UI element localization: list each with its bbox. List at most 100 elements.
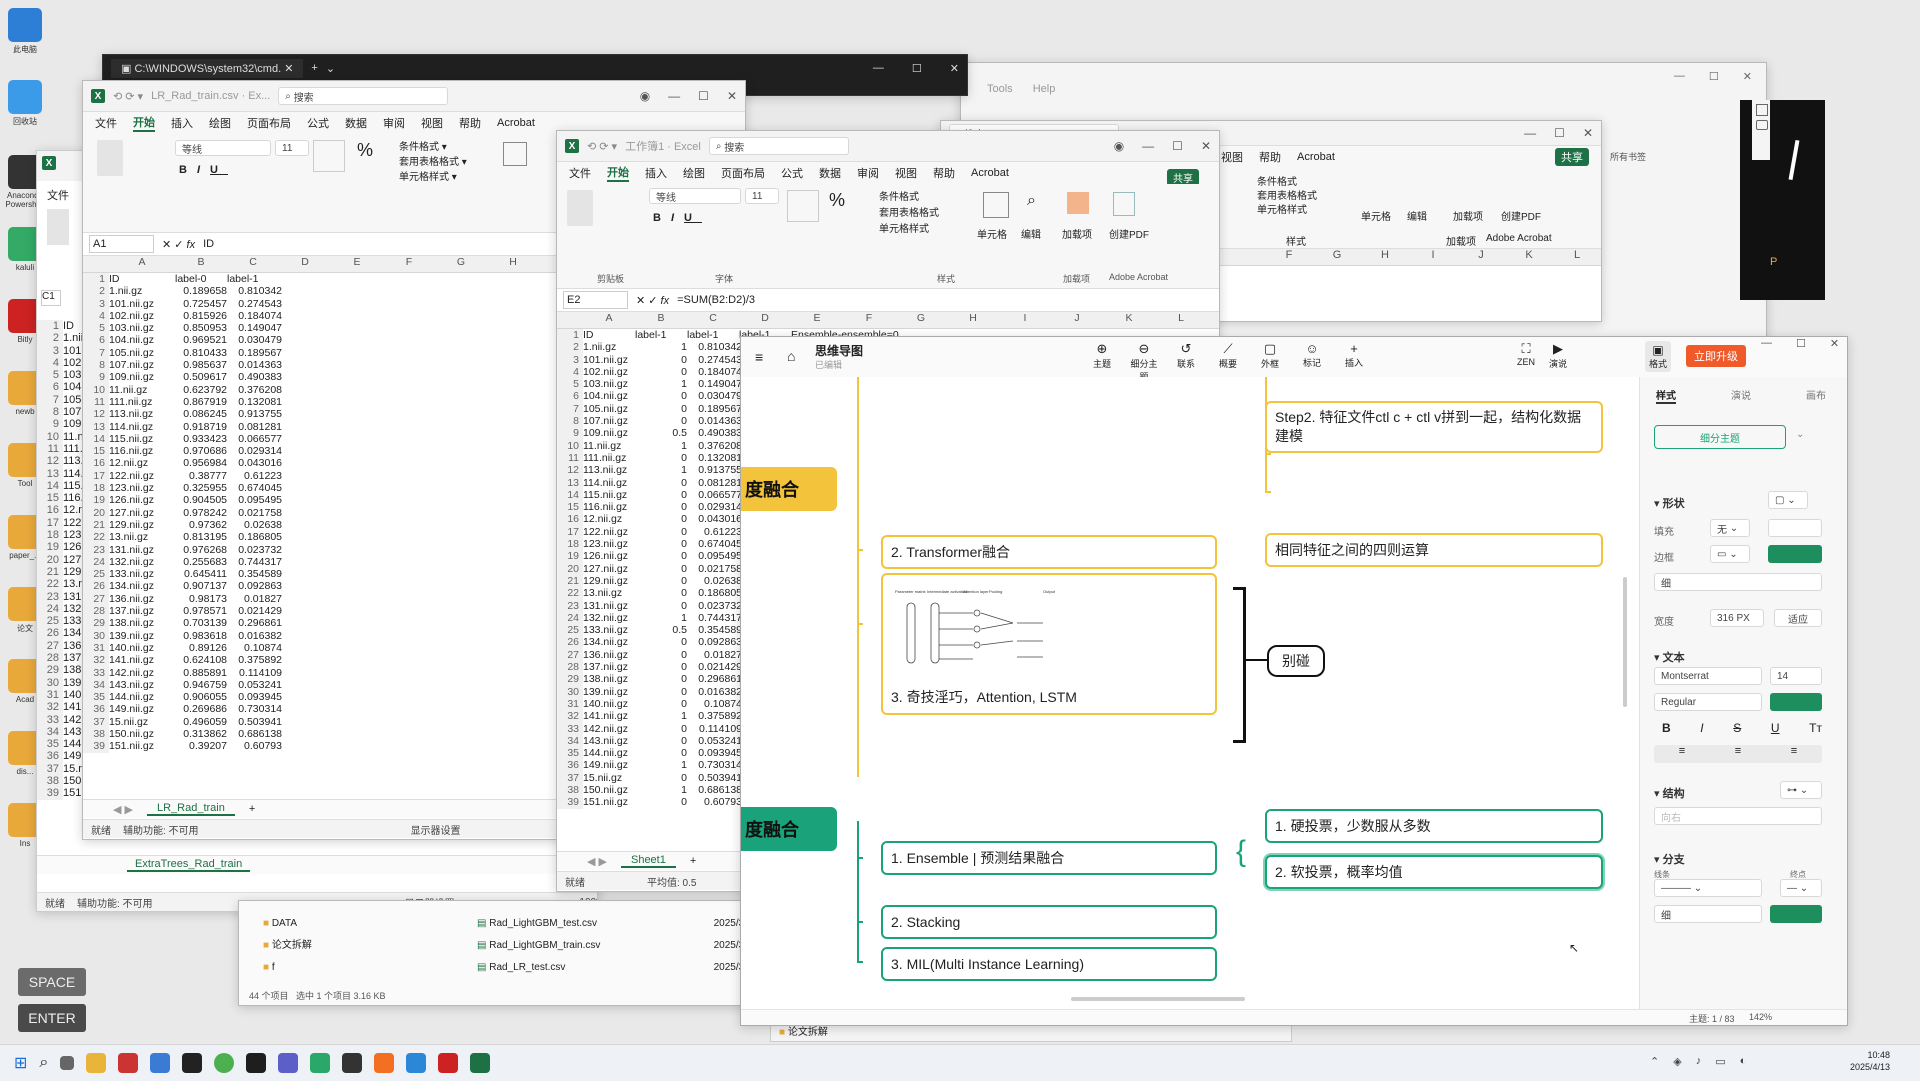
table-cell[interactable]: 126.nii.gz [583, 550, 635, 562]
column-header[interactable]: F [843, 312, 895, 328]
row-number[interactable]: 34 [37, 725, 63, 739]
table-cell[interactable]: 0.114109 [230, 667, 285, 679]
fill-color[interactable] [1768, 519, 1822, 537]
table-cell[interactable]: 0 [635, 772, 690, 784]
table-cell[interactable]: 0.906055 [175, 691, 230, 703]
table-cell[interactable]: 144.nii.gz [583, 747, 635, 759]
table-cell[interactable]: 0.043016 [230, 457, 285, 469]
add-sheet-icon[interactable]: + [690, 855, 696, 867]
table-cell[interactable]: 0 [635, 550, 690, 562]
table-cell[interactable]: 0 [635, 575, 690, 587]
table-cell[interactable]: 0 [635, 587, 690, 599]
table-cell[interactable]: 0.810433 [175, 347, 230, 359]
sheet-tab-extratrees[interactable]: ExtraTrees_Rad_train [127, 858, 251, 872]
table-cell[interactable]: 0.053241 [230, 679, 285, 691]
row-number[interactable]: 15 [557, 501, 583, 514]
horizontal-scrollbar[interactable] [1071, 997, 1245, 1001]
table-cell[interactable]: 0.023732 [690, 600, 745, 612]
row-number[interactable]: 1 [83, 273, 109, 286]
table-cell[interactable]: 0.325955 [175, 482, 230, 494]
table-cell[interactable]: 151.nii.gz [583, 796, 635, 808]
table-cell[interactable]: 0.021429 [230, 605, 285, 617]
column-header[interactable]: C [687, 312, 739, 328]
table-cell[interactable]: 139.nii.gz [583, 686, 635, 698]
table-cell[interactable]: 0.014363 [230, 359, 285, 371]
table-cell[interactable]: 0.02638 [230, 519, 285, 531]
table-cell[interactable]: 138.nii.gz [109, 617, 175, 629]
row-number[interactable]: 21 [557, 574, 583, 588]
table-cell[interactable]: 0.095495 [230, 494, 285, 506]
teams-icon[interactable] [278, 1053, 299, 1073]
table-cell[interactable]: 0.904505 [175, 494, 230, 506]
table-cell[interactable]: 1 [635, 378, 690, 390]
row-number[interactable]: 14 [557, 488, 583, 502]
column-header[interactable]: G [895, 312, 947, 328]
table-cell[interactable]: 0.946759 [175, 679, 230, 691]
width-fit-button[interactable]: 适应 [1774, 609, 1822, 627]
cells-icon[interactable] [983, 192, 1009, 218]
column-header[interactable]: J [1051, 312, 1103, 328]
network-icon[interactable]: ◈ [1673, 1055, 1681, 1068]
table-cell[interactable]: 0.189567 [230, 347, 285, 359]
mindmap-canvas[interactable]: { 度融合 度融合 Step2. 特征文件ctl c + ctl v拼到一起，结… [741, 377, 1639, 1009]
row-number[interactable]: 38 [557, 783, 583, 797]
app-icon-red[interactable] [118, 1053, 139, 1073]
menu-tab[interactable]: 文件 [569, 165, 591, 181]
row-number[interactable]: 4 [83, 309, 109, 323]
table-cell[interactable]: 0.956984 [175, 457, 230, 469]
table-cell[interactable]: 0.509617 [175, 371, 230, 383]
row-number[interactable]: 27 [83, 592, 109, 606]
table-cell[interactable]: 0.503941 [230, 716, 285, 728]
row-number[interactable]: 10 [83, 383, 109, 396]
table-cell[interactable]: 103.nii.gz [583, 378, 635, 390]
table-cell[interactable]: 0.850953 [175, 322, 230, 334]
table-cell[interactable]: 0.021758 [690, 563, 745, 575]
node-arithmetic[interactable]: 相同特征之间的四则运算 [1265, 533, 1603, 567]
folder-item[interactable]: ■ f [263, 957, 312, 979]
table-cell[interactable]: 134.nii.gz [109, 580, 175, 592]
row-number[interactable]: 39 [37, 787, 63, 800]
row-number[interactable]: 29 [83, 617, 109, 630]
volume-icon[interactable]: ♪ [1696, 1055, 1702, 1068]
row-number[interactable]: 10 [557, 439, 583, 452]
close-icon[interactable]: ✕ [1583, 126, 1593, 140]
table-cell[interactable]: 131.nii.gz [109, 544, 175, 556]
node-ensemble[interactable]: 1. Ensemble | 预测结果融合 [881, 841, 1217, 875]
row-number[interactable]: 36 [557, 759, 583, 772]
table-cell[interactable]: 0 [635, 538, 690, 550]
row-number[interactable]: 30 [37, 676, 63, 689]
table-cell[interactable]: 0.810342 [230, 285, 285, 297]
table-cell[interactable]: 0.38777 [175, 470, 230, 482]
table-cell[interactable]: 0.149047 [230, 322, 285, 334]
table-cell[interactable]: 0 [635, 735, 690, 747]
table-cell[interactable]: 0.093945 [690, 747, 745, 759]
table-cell[interactable]: 12.nii.gz [109, 457, 175, 469]
row-number[interactable]: 23 [37, 590, 63, 603]
hamburger-icon[interactable]: ≡ [755, 349, 763, 365]
row-number[interactable]: 13 [557, 476, 583, 489]
table-cell[interactable]: 0.97362 [175, 519, 230, 531]
nav-arrows[interactable]: ◀ ▶ [113, 803, 133, 816]
new-tab-icon[interactable]: + [311, 62, 317, 74]
table-cell[interactable]: 0.674045 [690, 538, 745, 550]
cells-button[interactable]: 单元格 [1361, 208, 1391, 223]
menu-tab[interactable]: 公式 [307, 115, 329, 131]
add-sheet-icon[interactable]: + [249, 803, 255, 815]
table-cell[interactable]: 0 [635, 366, 690, 378]
text-case-button[interactable]: Tт [1809, 721, 1822, 735]
chrome-icon[interactable] [214, 1053, 235, 1073]
share-button[interactable]: 共享 [1555, 148, 1589, 166]
table-cell[interactable]: 0.043016 [690, 513, 745, 525]
row-number[interactable]: 11 [83, 395, 109, 409]
table-cell[interactable]: 149.nii.gz [109, 703, 175, 715]
row-number[interactable]: 33 [557, 722, 583, 735]
table-cell[interactable]: 0.623792 [175, 384, 230, 396]
bold-button[interactable]: B [1662, 721, 1671, 735]
close-icon[interactable]: ✕ [727, 89, 737, 103]
row-number[interactable]: 8 [37, 406, 63, 419]
table-cell[interactable]: 150.nii.gz [109, 728, 175, 740]
row-number[interactable]: 31 [557, 697, 583, 711]
panel-tab[interactable]: 画布 [1806, 387, 1826, 404]
row-number[interactable]: 34 [83, 678, 109, 692]
node-step2[interactable]: Step2. 特征文件ctl c + ctl v拼到一起，结构化数据建模 [1265, 401, 1603, 453]
